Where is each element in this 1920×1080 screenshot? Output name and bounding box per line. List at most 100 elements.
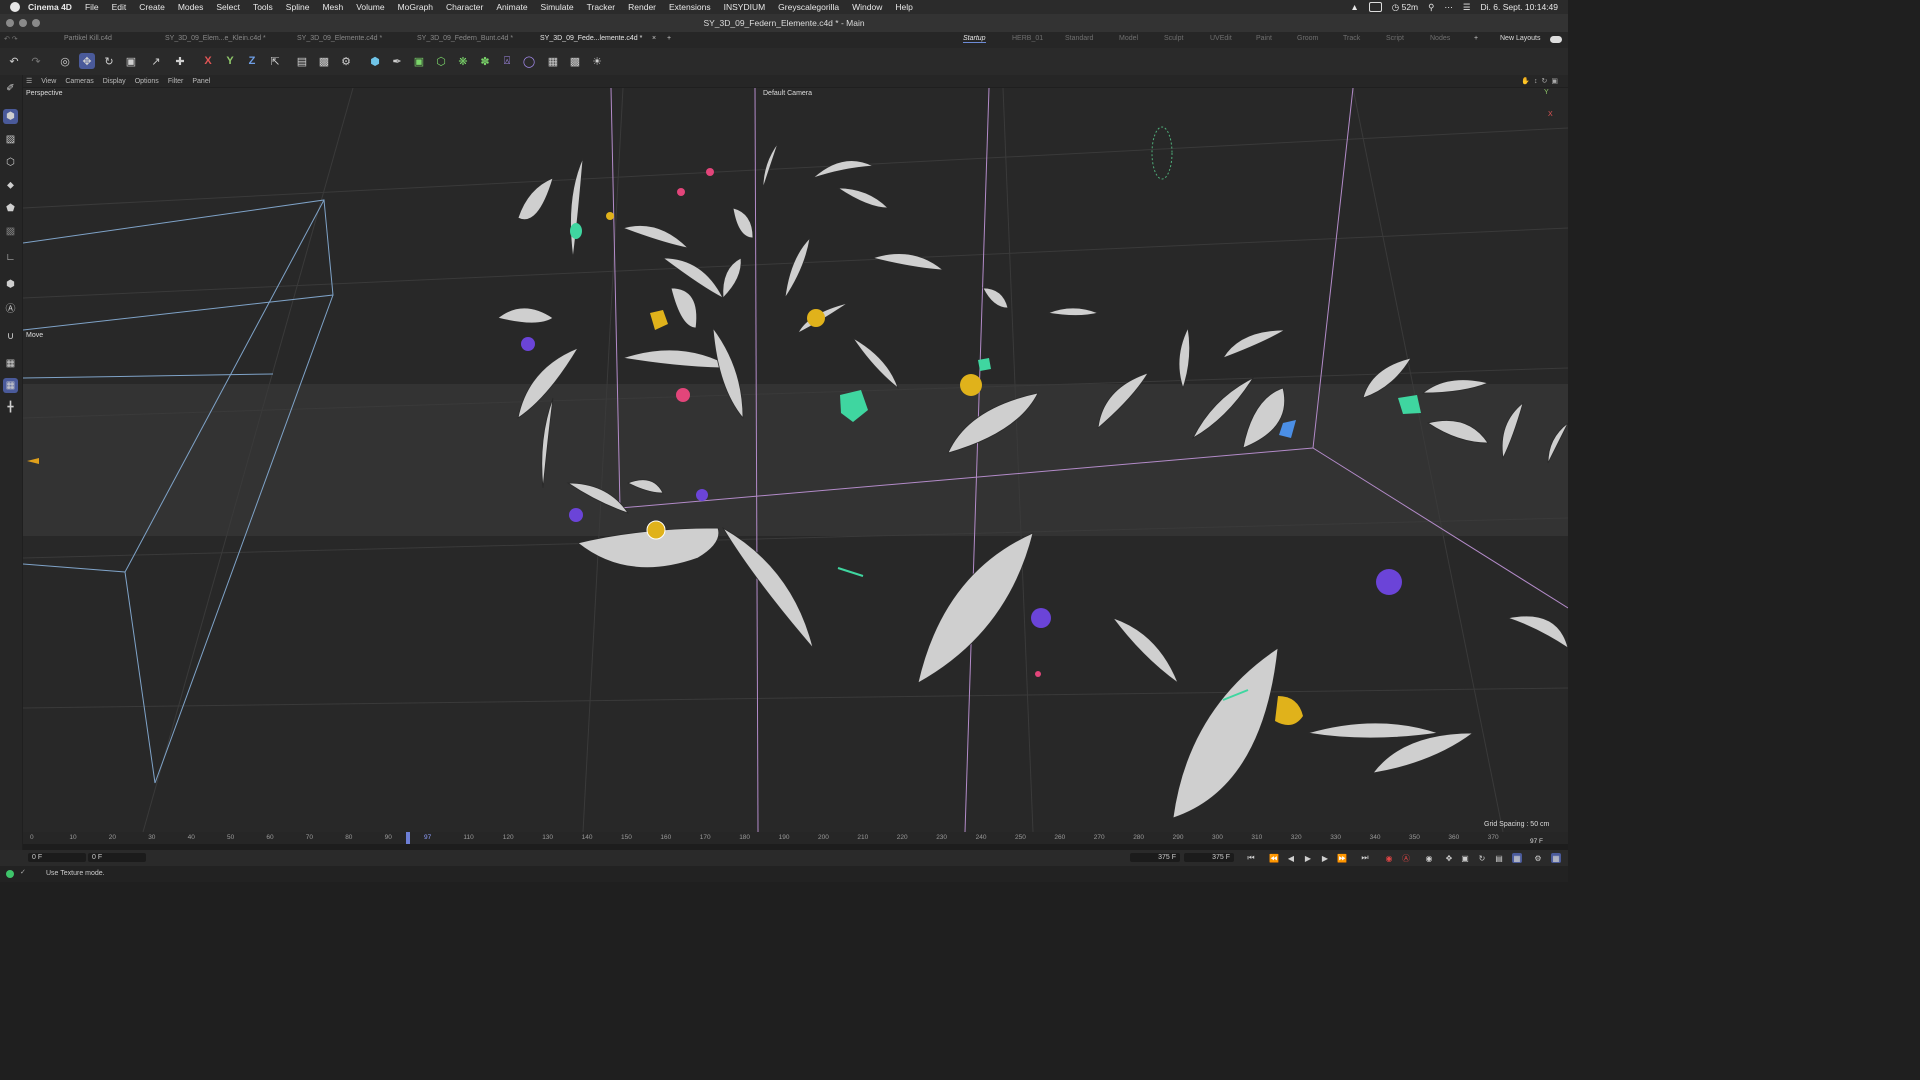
viewport-menu-cameras[interactable]: Cameras [65,78,93,85]
locked-workplane-icon[interactable]: ╋ [3,400,18,415]
cube-icon[interactable]: ⬢ [367,53,383,69]
render-settings-icon[interactable]: ⚙ [338,53,354,69]
layout-tab-model[interactable]: Model [1119,35,1138,42]
timeline-ruler[interactable]: 0 10 20 30 40 50 60 70 80 90 97 110 120 130 140 150 160 1… [23,832,1568,850]
axis-x-toggle[interactable]: X [200,53,216,69]
pen-icon[interactable]: ✒ [389,53,405,69]
edges-mode-icon[interactable]: ⬥ [3,178,18,193]
subdivision-icon[interactable]: ▣ [411,53,427,69]
active-camera-label[interactable]: Default Camera [763,90,812,97]
coordinate-system-icon[interactable]: ⇱ [267,53,283,69]
doc-tab-3[interactable]: SY_3D_09_Elemente.c4d * [297,35,382,42]
doc-tab-4[interactable]: SY_3D_09_Federn_Bunt.c4d * [417,35,513,42]
next-frame-icon[interactable]: ▶ [1320,853,1330,863]
new-layouts-switch[interactable] [1550,36,1562,43]
viewport-hamburger-icon[interactable]: ☰ [26,77,32,85]
field-icon[interactable]: ◯ [521,53,537,69]
layout-tab-nodes[interactable]: Nodes [1430,35,1450,42]
layout-tab-herb[interactable]: HERB_01 [1012,35,1043,42]
key-position-icon[interactable]: ✥ [1444,853,1454,863]
menu-select[interactable]: Select [216,2,240,12]
snap-magnet-icon[interactable]: ∪ [3,329,18,344]
menu-modes[interactable]: Modes [178,2,204,12]
key-param-icon[interactable]: ▤ [1494,853,1504,863]
mograph-icon[interactable]: ✽ [477,53,493,69]
clapper-icon[interactable]: ▤ [294,53,310,69]
3d-viewport[interactable]: Perspective Default Camera Move Grid Spa… [23,88,1568,832]
model-mode-icon[interactable]: ⬢ [3,109,18,124]
viewport-menu-view[interactable]: View [41,78,56,85]
transform-tool-icon[interactable]: ↗ [148,53,164,69]
texture-mode-icon[interactable]: ▨ [3,132,18,147]
tab-history-icon[interactable]: ↶ ↷ [4,35,18,43]
menu-file[interactable]: File [85,2,99,12]
cloner-icon[interactable]: ❋ [455,53,471,69]
layout-tab-script[interactable]: Script [1386,35,1404,42]
deformer-icon[interactable]: ⍓ [499,53,515,69]
light-icon[interactable]: ☀ [589,53,605,69]
uv-mode-icon[interactable]: ▩ [3,224,18,239]
apple-icon[interactable] [10,2,20,12]
menu-insydium[interactable]: INSYDIUM [724,2,766,12]
layout-tab-startup[interactable]: Startup [963,35,986,43]
points-mode-icon[interactable]: ⬡ [3,155,18,170]
menu-character[interactable]: Character [446,2,483,12]
polygons-mode-icon[interactable]: ⬟ [3,201,18,216]
control-center-icon[interactable]: ☰ [1463,2,1471,13]
timeline-settings-icon[interactable]: ⚙ [1533,853,1543,863]
extrude-icon[interactable]: ⬡ [433,53,449,69]
viewport-menu-filter[interactable]: Filter [168,78,184,85]
menu-mograph[interactable]: MoGraph [398,2,433,12]
axis-z-toggle[interactable]: Z [244,53,260,69]
menu-animate[interactable]: Animate [496,2,527,12]
viewport-menu-panel[interactable]: Panel [192,78,210,85]
grid-icon[interactable]: ▦ [545,53,561,69]
min-frame-field[interactable]: 0 F [88,853,146,862]
record-icon[interactable]: ◉ [1384,853,1394,863]
axis-mode-icon[interactable]: ∟ [3,250,18,265]
menu-edit[interactable]: Edit [112,2,127,12]
workplane-icon[interactable]: ▦ [3,356,18,371]
layout-tab-standard[interactable]: Standard [1065,35,1093,42]
new-layouts-toggle[interactable]: New Layouts [1500,35,1540,42]
menu-help[interactable]: Help [895,2,912,12]
max-frame-field[interactable]: 375 F [1130,853,1180,862]
menubar-clock[interactable]: Di. 6. Sept. 10:14:49 [1481,2,1559,12]
add-layout-icon[interactable]: + [1474,35,1478,42]
camera-icon[interactable]: ▩ [567,53,583,69]
solo-mode-icon[interactable]: Ⓐ [3,300,18,315]
render-view-icon[interactable]: ▩ [316,53,332,69]
display-icon[interactable] [1368,2,1382,12]
more-icon[interactable]: ⋯ [1444,2,1453,13]
timer-status[interactable]: ◷ 52m [1392,2,1418,13]
live-selection-icon[interactable]: ◎ [57,53,73,69]
autokey-icon[interactable]: Ⓐ [1401,853,1411,863]
rotate-tool-icon[interactable]: ↻ [101,53,117,69]
end-frame-field[interactable]: 375 F [1184,853,1234,862]
menu-extensions[interactable]: Extensions [669,2,711,12]
layout-tab-sculpt[interactable]: Sculpt [1164,35,1183,42]
menu-tracker[interactable]: Tracker [587,2,616,12]
go-to-end-icon[interactable]: ⏭ [1360,853,1370,863]
brush-icon[interactable]: ✐ [3,81,18,96]
menu-app[interactable]: Cinema 4D [28,2,72,12]
menu-volume[interactable]: Volume [356,2,384,12]
grid-snap-icon[interactable]: ▦ [3,378,18,393]
transform-axes-icon[interactable]: ✚ [172,53,188,69]
key-scale-icon[interactable]: ▣ [1460,853,1470,863]
next-key-icon[interactable]: ⏩ [1337,853,1347,863]
close-tab-icon[interactable]: × [652,35,656,42]
play-icon[interactable]: ▶ [1303,853,1313,863]
menu-simulate[interactable]: Simulate [541,2,574,12]
timeline-playhead[interactable] [406,832,411,844]
doc-tab-2[interactable]: SY_3D_09_Elem...e_Klein.c4d * [165,35,266,42]
menu-create[interactable]: Create [139,2,165,12]
menu-greyscalegorilla[interactable]: Greyscalegorilla [778,2,839,12]
scale-tool-icon[interactable]: ▣ [123,53,139,69]
layout-tab-paint[interactable]: Paint [1256,35,1272,42]
undo-icon[interactable]: ↶ [6,53,22,69]
menu-render[interactable]: Render [628,2,656,12]
viewport-menu-options[interactable]: Options [135,78,159,85]
doc-tab-1[interactable]: Partikel Kill.c4d [64,35,112,42]
axis-y-toggle[interactable]: Y [222,53,238,69]
